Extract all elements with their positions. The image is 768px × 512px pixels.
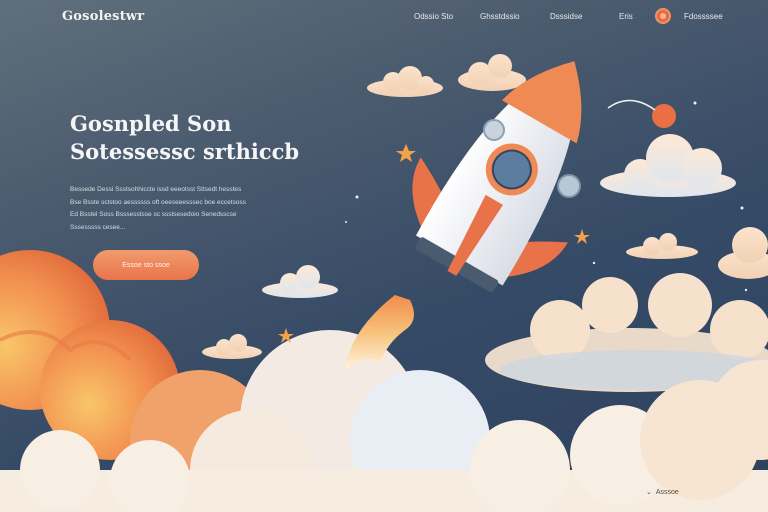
brand-logo[interactable]: Gosolestwr (62, 9, 144, 24)
hero-cta-button[interactable]: Essoe sto ssoe (93, 250, 199, 280)
cloud-small (262, 265, 338, 298)
footer-note-label: Asssoe (655, 488, 679, 496)
cloud-edge (718, 227, 768, 279)
star-icon (574, 229, 590, 244)
nav-link-1[interactable]: Odssio Sto (414, 12, 453, 21)
cloud-medium (600, 134, 736, 197)
landing-page: Gosolestwr Odssio Sto Ghsstdssio Dsssids… (0, 0, 768, 512)
chevron-down-icon: ⌄ (646, 489, 652, 496)
planet-icon (557, 174, 581, 198)
top-nav: Gosolestwr Odssio Sto Ghsstdssio Dsssids… (0, 8, 768, 26)
hero-section: Gosnpled Son Sotessessc srthiccb Bessede… (70, 110, 320, 234)
footer-note[interactable]: ⌄ Asssoe (646, 488, 679, 497)
cloud-small (202, 334, 262, 359)
cloud-small (367, 66, 443, 97)
nav-link-2[interactable]: Ghsstdssio (480, 12, 520, 21)
planet-icon (652, 104, 676, 128)
nav-link-4[interactable]: Eris (619, 12, 633, 21)
hero-body-line: Bse Bsste sctstoo aessssss oft oeeseeess… (70, 198, 246, 206)
hero-body-line: Bessede Dessi Ssstsohhiccte issd eeeotss… (70, 186, 242, 193)
planet-icon (483, 119, 505, 141)
star-icon (396, 144, 416, 162)
hero-title-line2: Sotessessc srthiccb (70, 139, 300, 164)
orbit-dot-icon[interactable] (655, 8, 671, 24)
nav-profile-link[interactable]: Fdossssee (684, 12, 723, 21)
rocket (412, 61, 582, 293)
nav-link-3[interactable]: Dsssidse (550, 12, 582, 21)
hero-body-line: Ed Bsstel Soss Bsssesstsse sc ssstsesedo… (70, 211, 237, 218)
cloud-small (626, 233, 698, 259)
hero-title: Gosnpled Son Sotessessc srthiccb (70, 110, 320, 166)
cloud-small (458, 54, 526, 91)
rocket-flame (345, 295, 414, 370)
orbit-trail (607, 99, 656, 111)
hero-title-line1: Gosnpled Son (70, 111, 232, 136)
hero-body-line: Sssesssss cesee... (70, 223, 126, 231)
hero-description: Bessede Dessi Ssstsohhiccte issd eeeotss… (70, 184, 315, 234)
